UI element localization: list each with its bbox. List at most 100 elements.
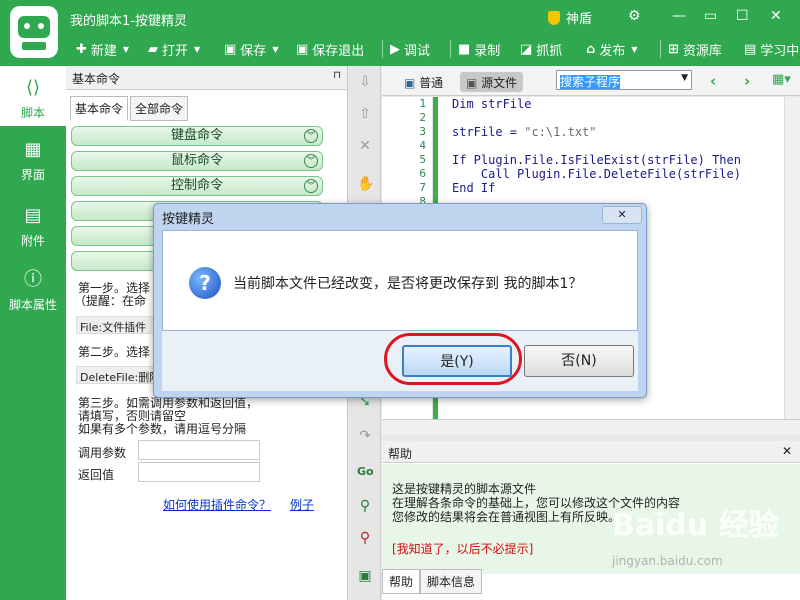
help-text: 您修改的结果将会在普通视图上有所反映。: [392, 510, 621, 524]
home-icon: ⌂: [586, 41, 596, 57]
code-line: strFile = "c:\1.txt": [452, 125, 597, 139]
capture-button[interactable]: ◪ 抓抓: [520, 38, 562, 60]
return-input[interactable]: [138, 462, 260, 482]
plus-box-icon: ⊞: [668, 41, 679, 57]
line-number: 3: [419, 125, 426, 138]
find-icon[interactable]: ⚲: [357, 498, 373, 514]
editor-header: ▣ 普通 ▣ 源文件 搜索子程序 ▼ ‹ › ▦▾: [382, 66, 800, 96]
tab-normal-view[interactable]: ▣ 普通: [398, 72, 449, 92]
maximize-button[interactable]: ☐: [736, 8, 749, 24]
title-bar: 我的脚本1-按键精灵 神盾 ⚙ — ▭ ☐ ✕ ✚ 新建 ▼ ▰ 打开 ▼ ▣ 保存 ▼ ▣…: [0, 0, 800, 66]
attachment-icon: ▤: [24, 205, 42, 226]
question-icon: ?: [189, 267, 221, 299]
control-commands-button[interactable]: 控制命令 ︾: [71, 176, 323, 196]
step3-text-3: 如果有多个参数，请用逗号分隔: [78, 422, 247, 436]
horizontal-scrollbar[interactable]: [382, 419, 800, 435]
tab-help[interactable]: 帮助: [382, 569, 421, 594]
line-number: 4: [419, 139, 426, 152]
panel-header: 基本命令 ⊓: [66, 66, 347, 90]
subroutine-search-select[interactable]: 搜索子程序 ▼: [556, 70, 692, 90]
param-input[interactable]: [138, 440, 260, 460]
learn-button[interactable]: ▤ 学习中: [744, 38, 799, 60]
book-icon: ▤: [744, 41, 757, 57]
line-number: 5: [419, 153, 426, 166]
keyboard-commands-button[interactable]: 键盘命令 ︾: [71, 126, 323, 146]
line-number: 6: [419, 167, 426, 180]
no-button[interactable]: 否(N): [524, 345, 634, 377]
highlight-ring: [384, 333, 522, 385]
redo-icon[interactable]: ↷: [357, 428, 373, 444]
save-exit-button[interactable]: ▣ 保存退出: [296, 38, 364, 60]
record-button[interactable]: ■ 录制: [458, 38, 500, 60]
move-up-icon[interactable]: ⇧: [357, 106, 373, 122]
window-title: 我的脚本1-按键精灵: [70, 14, 187, 29]
save-exit-icon: ▣: [296, 41, 309, 57]
go-icon[interactable]: Go: [357, 464, 374, 480]
tab-basic-commands[interactable]: 基本命令: [70, 96, 129, 121]
dialog-message: 当前脚本文件已经改变，是否将更改保存到 我的脚本1？: [233, 276, 583, 292]
line-number: 7: [419, 181, 426, 194]
capture-icon: ◪: [520, 41, 533, 57]
dismiss-hint-link[interactable]: [我知道了，以后不必提示]: [392, 542, 533, 556]
normal-view-icon: ▣: [404, 76, 420, 90]
step1-hint: （提醒：在命: [74, 294, 147, 308]
tab-all-commands[interactable]: 全部命令: [130, 96, 189, 121]
pin-icon[interactable]: ⊓: [333, 70, 341, 81]
save-button[interactable]: ▣ 保存 ▼: [224, 38, 278, 60]
minimize-button[interactable]: —: [672, 8, 686, 24]
code-line: Dim strFile: [452, 97, 532, 111]
nav-item-properties[interactable]: ⓘ 脚本属性: [0, 258, 66, 318]
new-button[interactable]: ✚ 新建 ▼: [76, 38, 129, 60]
code-line: If Plugin.File.IsFileExist(strFile) Then: [452, 153, 741, 167]
shendun-button[interactable]: 神盾: [548, 8, 592, 27]
howto-link[interactable]: 如何使用插件命令？: [163, 496, 271, 513]
panel-icon[interactable]: ▣: [357, 568, 373, 584]
gear-icon[interactable]: ⚙: [628, 8, 641, 24]
publish-button[interactable]: ⌂ 发布 ▼: [586, 38, 637, 60]
play-icon: ▶: [390, 41, 400, 57]
ui-icon: ▦: [24, 139, 42, 160]
folder-icon: ▰: [148, 41, 158, 57]
example-link[interactable]: 例子: [290, 496, 314, 513]
return-label: 返回值: [78, 468, 115, 482]
nav-item-ui[interactable]: ▦ 界面: [0, 128, 66, 188]
chevron-down-icon: ▼: [194, 44, 201, 54]
close-icon[interactable]: ✕: [782, 444, 792, 458]
nav-item-script[interactable]: ⟨⟩ 脚本: [0, 66, 66, 126]
move-down-icon[interactable]: ⇩: [357, 74, 373, 90]
dialog-body: ? 当前脚本文件已经改变，是否将更改保存到 我的脚本1？: [162, 230, 638, 331]
camera-icon: ■: [458, 41, 471, 57]
dialog-close-button[interactable]: ✕: [602, 206, 642, 224]
floppy-icon: ▣: [224, 41, 237, 57]
chevron-down-icon: ▼: [631, 44, 638, 54]
hand-icon[interactable]: ✋: [357, 176, 374, 192]
code-line: End If: [452, 181, 496, 195]
param-label: 调用参数: [78, 446, 127, 460]
shield-icon: [548, 11, 560, 25]
tab-source-view[interactable]: ▣ 源文件: [460, 72, 524, 92]
left-nav: ⟨⟩ 脚本 ▦ 界面 ▤ 附件 ⓘ 脚本属性: [0, 66, 66, 600]
delete-icon[interactable]: ✕: [357, 138, 373, 154]
tab-script-info[interactable]: 脚本信息: [420, 569, 483, 594]
plus-icon: ✚: [76, 41, 87, 57]
app-logo: [10, 6, 58, 58]
forward-arrow-icon[interactable]: ›: [744, 72, 750, 90]
layout-icon[interactable]: ▦▾: [772, 72, 791, 87]
expand-icon: ︾: [304, 154, 318, 168]
back-arrow-icon[interactable]: ‹: [710, 72, 716, 90]
dialog-title: 按键精灵: [162, 212, 215, 227]
resources-button[interactable]: ⊞ 资源库: [668, 38, 722, 60]
nav-item-attachment[interactable]: ▤ 附件: [0, 194, 66, 254]
vertical-scrollbar[interactable]: [784, 97, 800, 419]
mouse-commands-button[interactable]: 鼠标命令 ︾: [71, 151, 323, 171]
restore-button[interactable]: ▭: [704, 8, 717, 24]
open-button[interactable]: ▰ 打开 ▼: [148, 38, 200, 60]
replace-icon[interactable]: ⚲: [357, 530, 373, 546]
info-icon: ⓘ: [24, 269, 42, 290]
expand-icon: ︾: [304, 129, 318, 143]
chevron-down-icon: ▼: [681, 73, 688, 83]
debug-button[interactable]: ▶ 调试: [390, 38, 430, 60]
chevron-down-icon: ▼: [272, 44, 279, 54]
code-line: Call Plugin.File.DeleteFile(strFile): [452, 167, 741, 181]
close-button[interactable]: ✕: [770, 8, 782, 24]
